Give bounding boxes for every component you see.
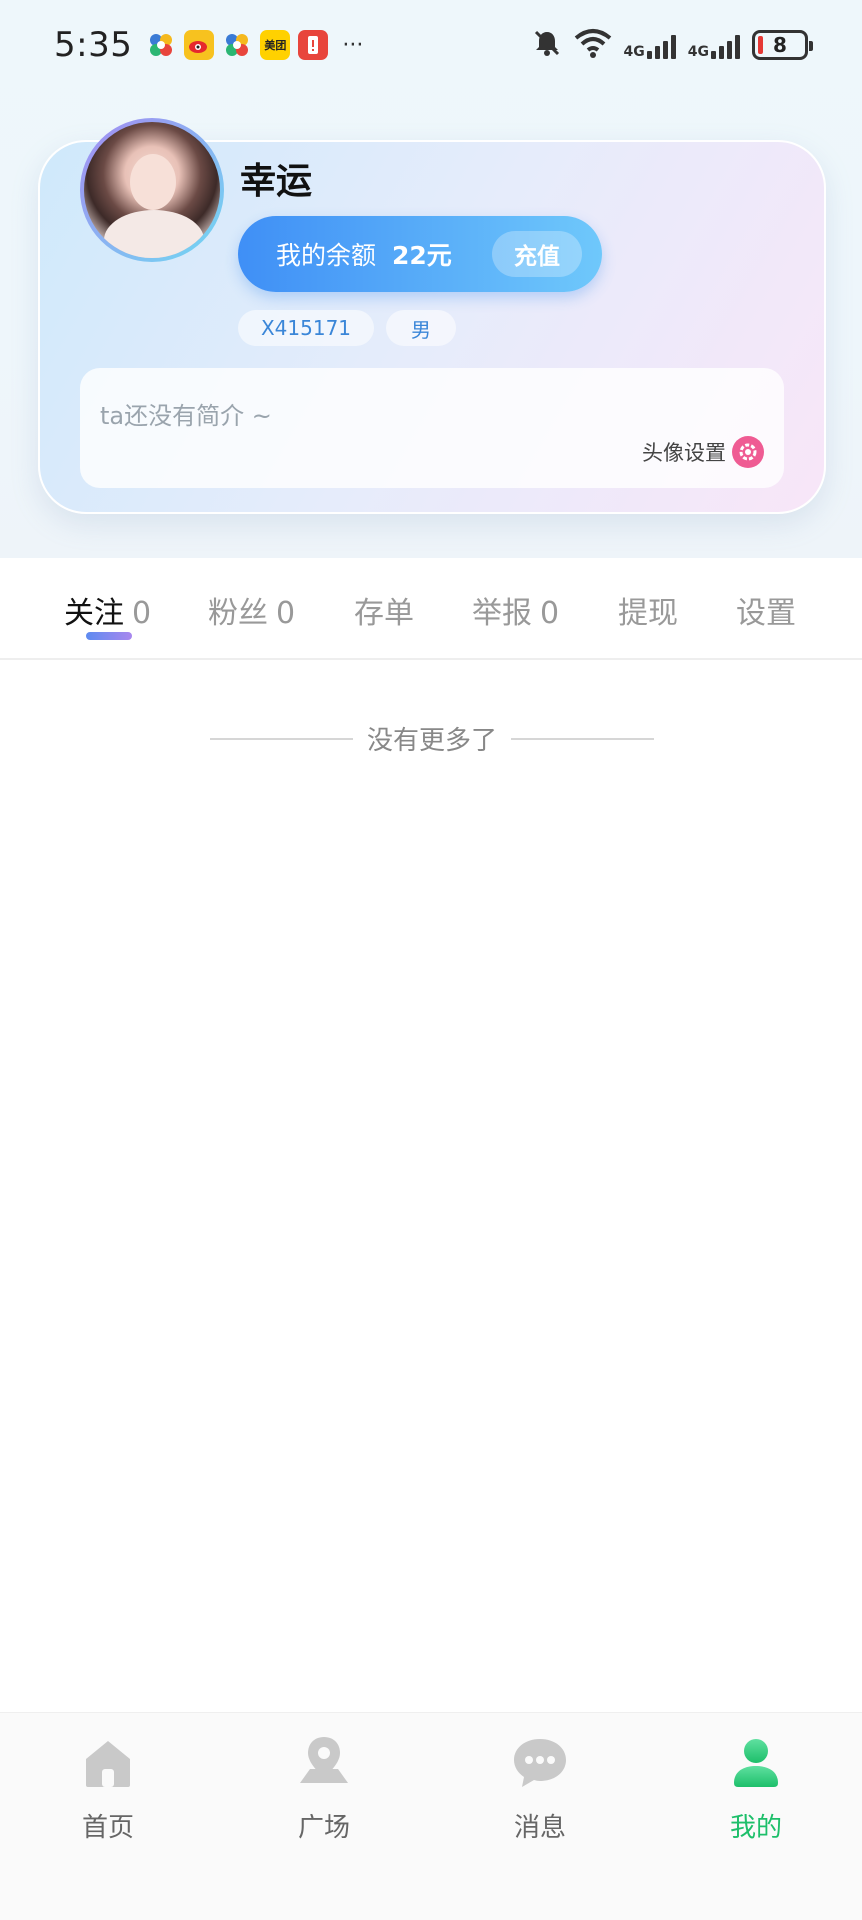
gender-tag: 男 [386, 310, 456, 346]
tab-report[interactable]: 举报 0 [472, 588, 559, 632]
balance-value: 22元 [392, 241, 452, 270]
status-bar: 5:35 美团 ··· 4G 4G 8 [0, 0, 862, 90]
mute-bell-icon [532, 28, 562, 62]
nav-home[interactable]: 首页 [38, 1733, 178, 1863]
username: 幸运 [240, 161, 313, 202]
avatar[interactable] [80, 118, 224, 262]
avatar-setting-button[interactable]: 头像设置 [642, 436, 764, 468]
nav-messages[interactable]: 消息 [470, 1733, 610, 1863]
tab-follow[interactable]: 关注 0 [64, 588, 151, 632]
tab-withdraw[interactable]: 提现 [618, 588, 678, 632]
chat-bubble-icon [514, 1739, 566, 1787]
balance-label: 我的余额 [276, 241, 377, 270]
tab-deposit[interactable]: 存单 [354, 588, 414, 632]
battery-icon: 8 [752, 30, 813, 60]
more-apps-indicator: ··· [342, 32, 364, 58]
alert-app-icon [298, 30, 329, 60]
signal-4g-2: 4G [688, 31, 740, 59]
profile-tabs: 关注 0 粉丝 0 存单 举报 0 提现 设置 [0, 558, 862, 660]
status-time: 5:35 [54, 25, 133, 65]
avatar-image [84, 122, 220, 258]
gear-icon [732, 436, 764, 468]
bio-text: ta还没有简介 ~ [100, 402, 272, 430]
recharge-button[interactable]: 充值 [492, 231, 582, 277]
meituan-icon: 美团 [260, 30, 291, 60]
tab-settings[interactable]: 设置 [736, 588, 796, 632]
nav-mine-label: 我的 [729, 1813, 782, 1843]
wifi-icon [574, 28, 612, 62]
home-icon [86, 1741, 130, 1787]
app-icon-pinwheel [222, 30, 252, 60]
nav-mine[interactable]: 我的 [686, 1733, 826, 1863]
map-pin-icon [300, 1737, 348, 1783]
tab-fans[interactable]: 粉丝 0 [208, 588, 295, 632]
nav-square-label: 广场 [297, 1813, 350, 1843]
active-tab-indicator [86, 632, 132, 640]
no-more-text: 没有更多了 [367, 726, 498, 756]
user-icon [734, 1739, 778, 1787]
nav-home-label: 首页 [81, 1813, 134, 1843]
balance-pill: 我的余额 22元 充值 [238, 216, 602, 292]
signal-4g-1: 4G [624, 31, 676, 59]
nav-messages-label: 消息 [513, 1813, 566, 1843]
weibo-icon [184, 30, 215, 60]
nav-square[interactable]: 广场 [254, 1733, 394, 1863]
status-app-icons: 美团 ··· [146, 30, 363, 60]
user-id-tag: X415171 [238, 310, 374, 346]
status-right: 4G 4G 8 [532, 28, 813, 62]
no-more-indicator: 没有更多了 [210, 720, 655, 757]
bio-box[interactable]: ta还没有简介 ~ 头像设置 [80, 368, 784, 488]
app-icon-pinwheel [146, 30, 176, 60]
bottom-nav: 首页 广场 消息 我的 [0, 1712, 862, 1920]
avatar-setting-label: 头像设置 [642, 441, 726, 465]
battery-level: 8 [773, 33, 787, 57]
